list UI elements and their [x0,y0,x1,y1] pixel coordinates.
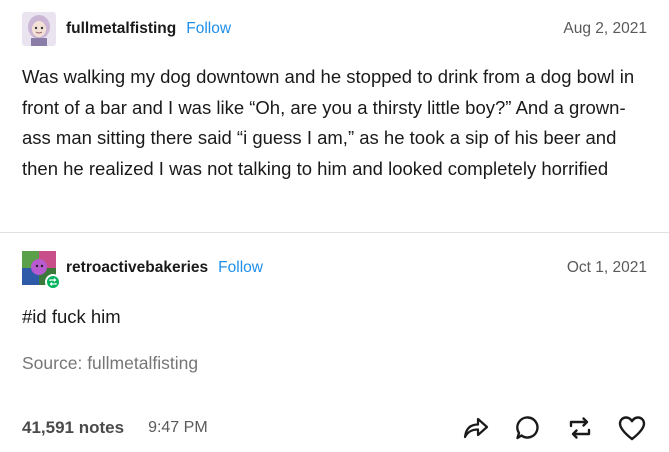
notes-count[interactable]: 41,591 notes [22,418,124,438]
avatar-image [22,12,56,46]
share-icon [463,417,489,439]
like-button[interactable] [617,413,647,443]
reblog-button[interactable] [565,413,595,443]
post-author[interactable]: fullmetalfisting [66,20,176,38]
divider [0,232,669,233]
reply-button[interactable] [513,413,543,443]
post-header: fullmetalfisting Follow Aug 2, 2021 [22,12,647,46]
post-time: 9:47 PM [148,419,208,436]
avatar-retroactivebakeries[interactable] [22,251,61,290]
post-footer: 41,591 notes 9:47 PM [22,410,647,446]
follow-button[interactable]: Follow [218,259,263,277]
source-link[interactable]: fullmetalfisting [87,353,198,373]
source-line: Source: fullmetalfisting [22,353,198,374]
post-date[interactable]: Aug 2, 2021 [563,20,647,38]
avatar-fullmetalfisting[interactable] [22,12,56,46]
follow-button[interactable]: Follow [186,20,231,38]
reblog-icon [569,417,591,439]
post-actions [439,413,647,443]
reply-icon [516,416,539,440]
share-button[interactable] [461,413,491,443]
reblog-author[interactable]: retroactivebakeries [66,259,208,277]
reblog-header: retroactivebakeries Follow Oct 1, 2021 [22,251,647,290]
source-label: Source: [22,353,83,373]
reblog-badge-icon [45,274,61,290]
heart-icon [618,416,646,441]
post-body: Was walking my dog downtown and he stopp… [22,66,635,179]
reblog-date[interactable]: Oct 1, 2021 [567,259,647,277]
reblog-body: #id fuck him [22,306,121,327]
